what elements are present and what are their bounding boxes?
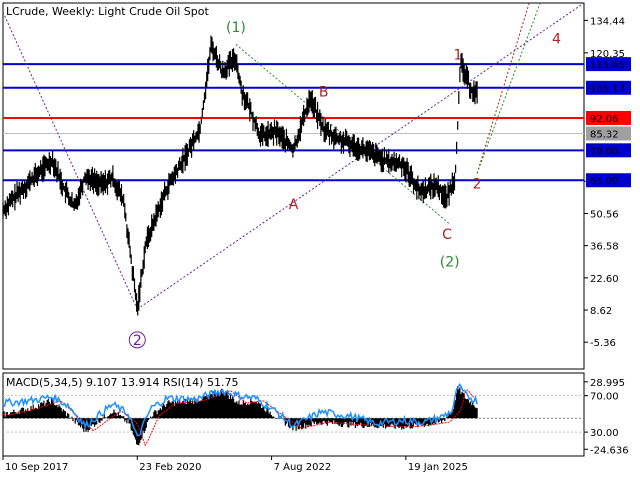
price-tick-label-0: 134.44 <box>590 16 625 27</box>
chart-title: LCrude, Weekly: Light Crude Oil Spot <box>6 5 209 18</box>
time-tick-label-3: 19 Jan 2025 <box>408 462 468 473</box>
wave-label-3: A <box>289 197 299 213</box>
price-tick-label-7: -5.36 <box>590 338 616 349</box>
wave-label-1: (2) <box>440 255 460 271</box>
indicator-tick-label-0: 28.995 <box>590 378 625 389</box>
indicator-tick-label-2: 30.00 <box>590 428 619 439</box>
indicator-title: MACD(5,34,5) 9.107 13.914 RSI(14) 51.75 <box>6 376 238 389</box>
wave-label-2: 2 <box>133 333 142 349</box>
wave-label-0: (1) <box>226 20 246 36</box>
wave-label-7: 2 <box>473 176 482 192</box>
time-tick-label-2: 7 Aug 2022 <box>274 462 332 473</box>
level-badge-label-65.00: 65.00 <box>590 176 619 187</box>
wave-label-8: 4 <box>552 31 561 47</box>
wave-label-6: 1 <box>453 47 462 63</box>
time-axis: 10 Sep 2017 23 Feb 2020 7 Aug 2022 19 Jan 2… <box>2 456 468 473</box>
price-tick-label-5: 22.60 <box>590 274 619 285</box>
price-tick-label-4: 36.58 <box>590 242 619 253</box>
indicator-axis: 28.995 70.00 30.00 -24.636 <box>584 378 629 456</box>
indicator-tick-label-1: 70.00 <box>590 392 619 403</box>
time-tick-label-1: 23 Feb 2020 <box>139 462 201 473</box>
level-badge-label-92.06: 92.06 <box>590 114 619 125</box>
price-tick-label-6: 8.62 <box>590 306 612 317</box>
level-badge-label-105.17: 105.17 <box>590 84 625 95</box>
wave-label-4: B <box>319 84 329 100</box>
level-badge-label-115.45: 115.45 <box>590 60 625 71</box>
time-tick-label-0: 10 Sep 2017 <box>5 462 68 473</box>
level-badge-label-85.32: 85.32 <box>590 129 619 140</box>
indicator-tick-label-3: -24.636 <box>590 445 629 456</box>
wave-label-5: C <box>442 227 452 243</box>
price-tick-label-3: 50.56 <box>590 209 619 220</box>
price-chart[interactable]: (1)(2)2ABC124 134.44120.3564.5650.5636.5… <box>0 0 640 480</box>
level-badge-label-78.00: 78.00 <box>590 146 619 157</box>
price-axis: 134.44120.3564.5650.5636.5822.608.62-5.3… <box>584 16 631 349</box>
